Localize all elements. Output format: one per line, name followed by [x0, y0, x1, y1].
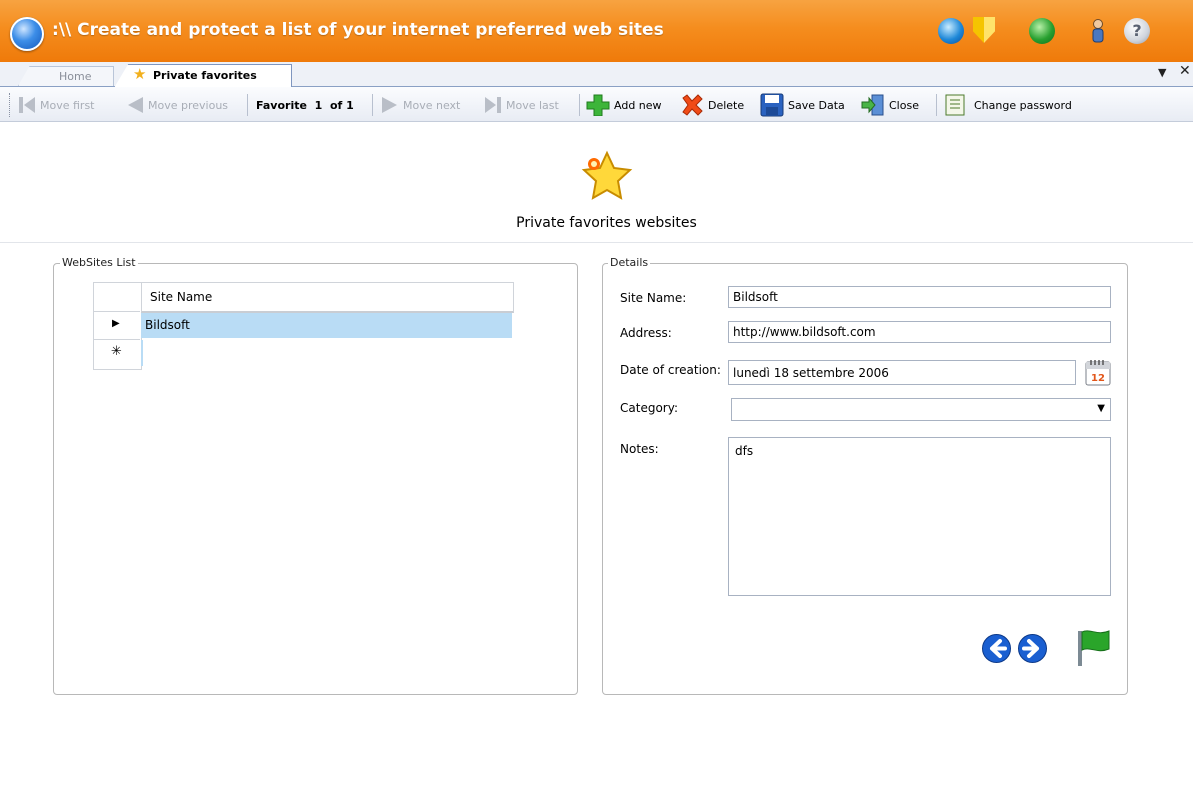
site-name-field[interactable]: Bildsoft: [728, 286, 1111, 308]
column-header-site-name[interactable]: Site Name: [141, 282, 514, 313]
move-first-button[interactable]: Move first: [18, 95, 95, 115]
move-next-label: Move next: [403, 98, 461, 112]
toolbar-separator: [247, 94, 248, 116]
add-new-label: Add new: [614, 98, 662, 112]
world-icon[interactable]: [938, 18, 964, 44]
websites-list-legend: WebSites List: [60, 256, 138, 269]
globe-icon: [10, 17, 44, 51]
close-label: Close: [889, 98, 919, 112]
delete-icon: [680, 94, 704, 116]
tab-home[interactable]: Home: [18, 66, 114, 86]
close-button[interactable]: Close: [861, 94, 919, 116]
row-divider: [93, 339, 140, 340]
site-name-cell[interactable]: Bildsoft: [145, 318, 190, 332]
record-position: Favorite 1 of 1: [256, 95, 354, 115]
toolbar-grip[interactable]: [9, 93, 12, 117]
save-icon: [760, 93, 784, 117]
toolbar: Move first Move previous Favorite 1 of 1…: [0, 87, 1193, 122]
notes-textarea[interactable]: dfs: [728, 437, 1111, 596]
move-last-label: Move last: [506, 98, 559, 112]
exit-door-icon: [861, 94, 885, 116]
move-last-icon: [484, 96, 502, 114]
tab-home-label: Home: [59, 70, 92, 83]
current-row-indicator-icon: ▶: [112, 318, 120, 329]
row-divider: [93, 311, 140, 312]
move-previous-button[interactable]: Move previous: [126, 95, 228, 115]
new-table-row[interactable]: [141, 340, 514, 366]
record-word: Favorite: [256, 98, 307, 112]
tab-menu-icon[interactable]: ▼: [1158, 66, 1166, 79]
notes-label: Notes:: [620, 442, 659, 456]
change-password-button[interactable]: Change password: [945, 94, 1072, 116]
date-of-creation-field[interactable]: lunedì 18 settembre 2006: [728, 360, 1076, 385]
address-label: Address:: [620, 326, 672, 340]
chevron-down-icon[interactable]: ▼: [1097, 403, 1105, 414]
address-field[interactable]: http://www.bildsoft.com: [728, 321, 1111, 343]
user-icon[interactable]: [1091, 18, 1105, 44]
tab-private-favorites[interactable]: ★ Private favorites: [114, 64, 292, 88]
move-first-label: Move first: [40, 98, 95, 112]
move-next-icon: [381, 96, 399, 114]
favorites-star-icon: [577, 150, 633, 202]
previous-arrow-icon[interactable]: [981, 633, 1012, 664]
details-legend: Details: [608, 256, 651, 269]
move-last-button[interactable]: Move last: [484, 95, 559, 115]
document-icon: [945, 94, 965, 116]
toolbar-separator: [372, 94, 373, 116]
toolbar-separator: [936, 94, 937, 116]
delete-button[interactable]: Delete: [680, 94, 745, 116]
star-icon: ★: [133, 65, 147, 83]
save-data-button[interactable]: Save Data: [760, 93, 845, 117]
calendar-day: 12: [1091, 373, 1105, 384]
page-title: Private favorites websites: [516, 215, 697, 231]
record-index: 1: [314, 98, 323, 112]
date-of-creation-label: Date of creation:: [620, 363, 721, 377]
add-icon: [586, 94, 610, 117]
help-icon[interactable]: ?: [1124, 18, 1150, 44]
tab-private-favorites-label: Private favorites: [153, 69, 257, 82]
table-row[interactable]: Bildsoft: [141, 313, 512, 338]
move-next-button[interactable]: Move next: [381, 95, 460, 115]
toolbar-separator: [579, 94, 580, 116]
save-data-label: Save Data: [788, 98, 845, 112]
category-select[interactable]: ▼: [731, 398, 1111, 421]
change-password-label: Change password: [974, 98, 1072, 112]
delete-label: Delete: [708, 98, 745, 112]
move-first-icon: [18, 96, 36, 114]
header-divider: [0, 242, 1193, 243]
update-icon[interactable]: [1029, 18, 1055, 44]
site-name-label: Site Name:: [620, 291, 687, 305]
tab-close-icon[interactable]: ✕: [1179, 63, 1191, 79]
column-header-label: Site Name: [150, 290, 213, 304]
move-previous-label: Move previous: [148, 98, 229, 112]
move-previous-icon: [126, 96, 144, 114]
category-label: Category:: [620, 401, 678, 415]
next-arrow-icon[interactable]: [1017, 633, 1048, 664]
window-title: :\\ Create and protect a list of your in…: [52, 20, 664, 40]
record-total: of 1: [329, 98, 354, 112]
calendar-icon[interactable]: 12: [1085, 359, 1111, 386]
flag-icon[interactable]: [1075, 627, 1113, 667]
new-row-indicator-icon: ✳: [111, 344, 122, 359]
add-new-button[interactable]: Add new: [586, 94, 662, 117]
